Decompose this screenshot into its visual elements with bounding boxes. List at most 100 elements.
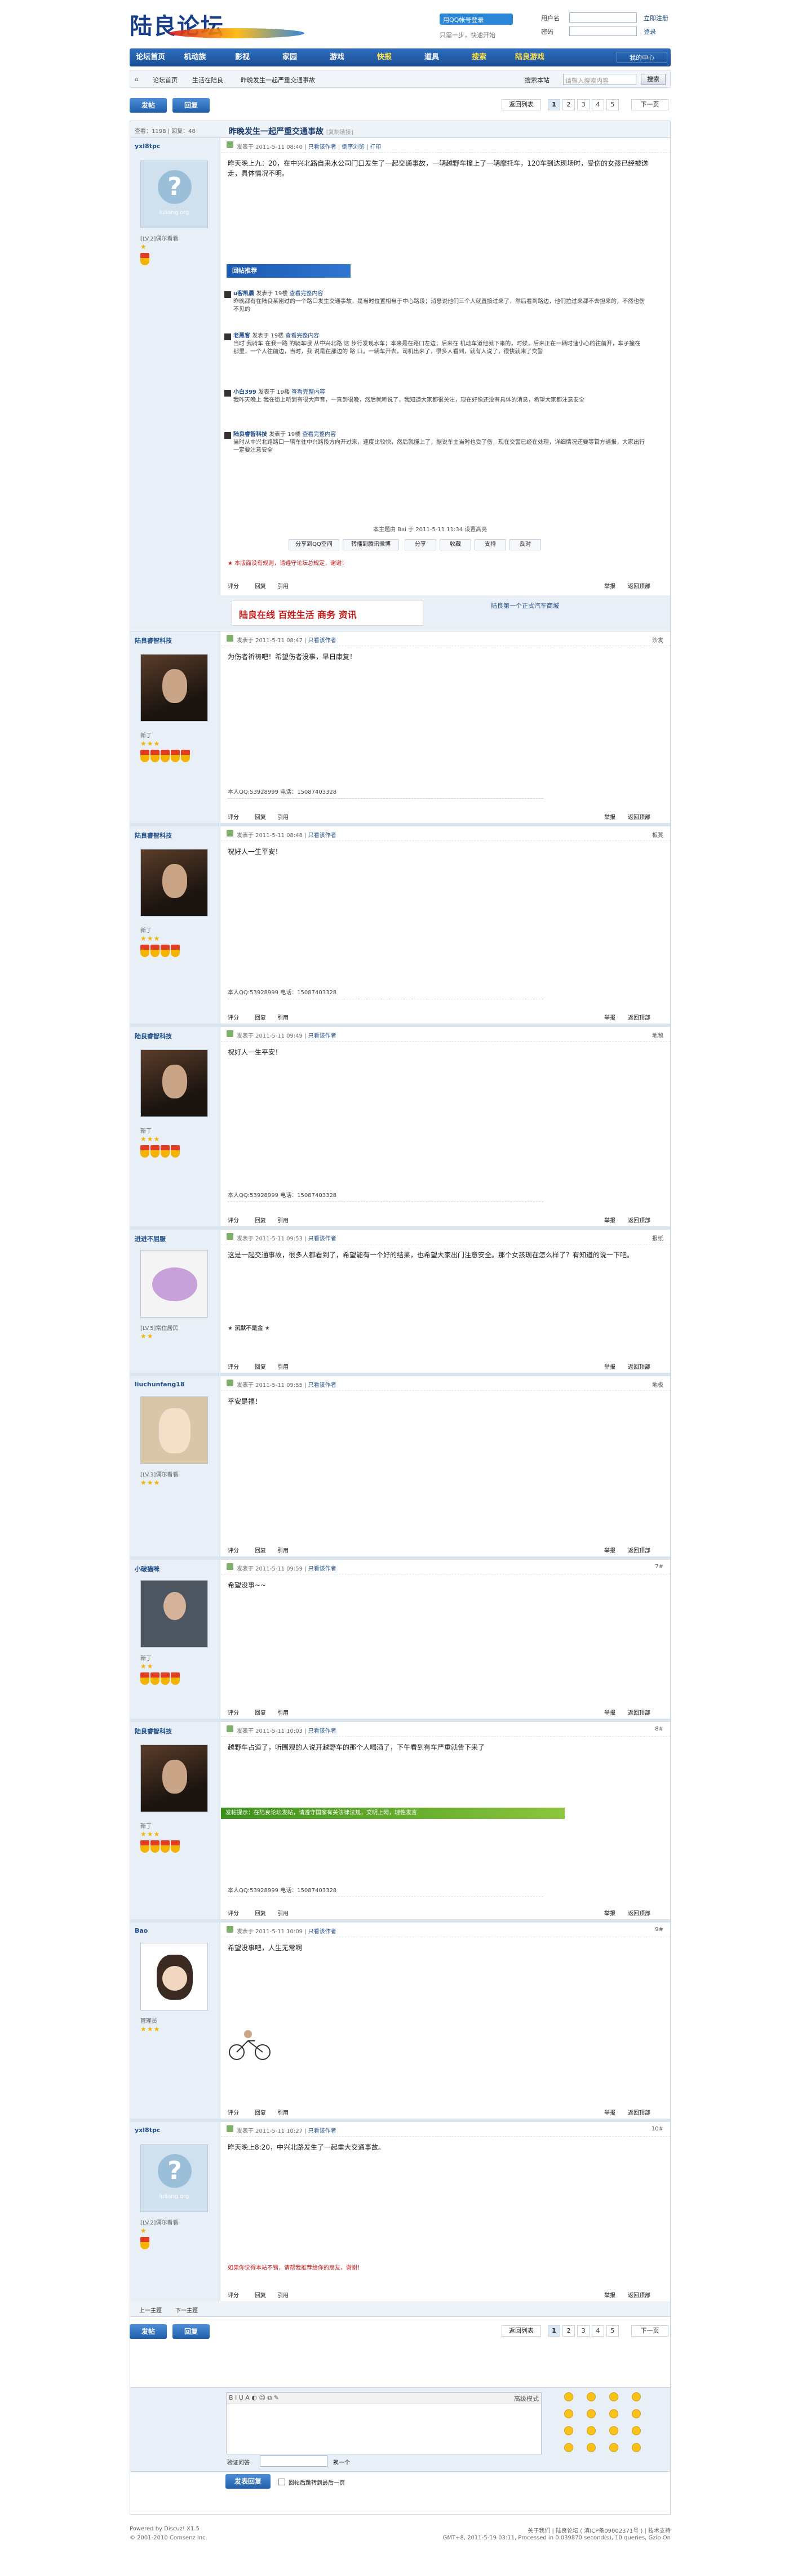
only-author-link[interactable]: 只看该作者	[308, 1382, 336, 1389]
report-link[interactable]: 举报	[604, 1546, 615, 1554]
back-to-top-link[interactable]: 返回顶部	[628, 812, 650, 821]
quote-link[interactable]: 引用	[277, 1216, 289, 1224]
breadcrumb-item[interactable]: 生活在陆良	[192, 75, 223, 84]
share-qzone-button[interactable]: 分享到QQ空间	[289, 539, 339, 550]
avatar[interactable]	[140, 1580, 208, 1648]
smiley-icon[interactable]	[632, 2443, 641, 2452]
breadcrumb-item[interactable]: 论坛首页	[153, 75, 178, 84]
comment-more-link[interactable]: 查看完整内容	[291, 389, 325, 395]
page-link[interactable]: 3	[577, 2325, 590, 2337]
report-link[interactable]: 举报	[604, 2108, 615, 2116]
page-link[interactable]: 5	[606, 2325, 619, 2337]
comment-author[interactable]: 老黑客	[233, 333, 250, 339]
avatar[interactable]	[140, 1250, 208, 1318]
nav-item-lx-games[interactable]: 陆良游戏	[503, 48, 557, 66]
avatar[interactable]	[140, 1745, 208, 1812]
smiley-icon[interactable]	[632, 2426, 641, 2435]
back-to-top-link[interactable]: 返回顶部	[628, 2290, 650, 2299]
comment-more-link[interactable]: 查看完整内容	[302, 431, 336, 438]
support-button[interactable]: 支持	[475, 539, 506, 550]
favorite-button[interactable]: 收藏	[440, 539, 471, 550]
search-input[interactable]: 请输入搜索内容	[563, 74, 636, 85]
share-weibo-button[interactable]: 转播到腾讯微博	[343, 539, 399, 550]
back-to-top-link[interactable]: 返回顶部	[628, 2108, 650, 2116]
rate-link[interactable]: 评分	[228, 1546, 239, 1554]
quote-link[interactable]: 引用	[277, 1546, 289, 1554]
quote-link[interactable]: 引用	[277, 1908, 289, 1917]
copy-link[interactable]: [复制链接]	[326, 130, 353, 136]
nav-item-home-garden[interactable]: 家园	[266, 48, 313, 66]
comment-more-link[interactable]: 查看完整内容	[285, 333, 319, 339]
rate-link[interactable]: 评分	[228, 1013, 239, 1021]
ad-right[interactable]: 陆良第一个正式汽车商城	[491, 601, 604, 610]
only-author-link[interactable]: 只看该作者	[308, 144, 336, 150]
nav-item-news[interactable]: 快报	[361, 48, 408, 66]
only-author-link[interactable]: 只看该作者	[308, 2128, 336, 2134]
only-author-link[interactable]: 只看该作者	[308, 1566, 336, 1572]
comment-author[interactable]: 陆良睿智科技	[233, 431, 267, 438]
rate-link[interactable]: 评分	[228, 2108, 239, 2116]
avatar[interactable]	[140, 654, 208, 722]
reply-button[interactable]: 回复	[172, 2324, 210, 2339]
nav-item-games[interactable]: 游戏	[313, 48, 361, 66]
home-icon[interactable]: ⌂	[135, 75, 139, 83]
nav-item-home[interactable]: 论坛首页	[130, 48, 171, 66]
avatar[interactable]	[140, 1943, 208, 2010]
report-link[interactable]: 举报	[604, 1013, 615, 1021]
avatar[interactable]	[140, 849, 208, 916]
quote-link[interactable]: 引用	[277, 581, 289, 590]
reply-link[interactable]: 回复	[255, 1546, 266, 1554]
report-link[interactable]: 举报	[604, 1216, 615, 1224]
back-to-top-link[interactable]: 返回顶部	[628, 1546, 650, 1554]
back-to-top-link[interactable]: 返回顶部	[628, 1708, 650, 1716]
site-logo[interactable]: 陆良论坛	[130, 6, 316, 41]
smiley-icon[interactable]	[587, 2409, 596, 2418]
rate-link[interactable]: 评分	[228, 812, 239, 821]
rate-link[interactable]: 评分	[228, 581, 239, 590]
avatar[interactable]: ? luliang.org	[140, 161, 208, 228]
avatar[interactable]: ? luliang.org	[140, 2145, 208, 2212]
smiley-icon[interactable]	[564, 2443, 573, 2452]
page-link[interactable]: 2	[562, 99, 575, 110]
new-post-button[interactable]: 发帖	[130, 2324, 167, 2339]
smiley-icon[interactable]	[587, 2426, 596, 2435]
jump-last-page-checkbox[interactable]	[278, 2479, 285, 2485]
author-name[interactable]: 进进不屈服	[135, 1234, 166, 1243]
only-author-link[interactable]: 只看该作者	[308, 833, 336, 839]
comment-more-link[interactable]: 查看完整内容	[289, 291, 323, 297]
reply-link[interactable]: 回复	[255, 1013, 266, 1021]
report-link[interactable]: 举报	[604, 1708, 615, 1716]
report-link[interactable]: 举报	[604, 2290, 615, 2299]
smiley-icon[interactable]	[564, 2392, 573, 2401]
page-link[interactable]: 4	[592, 2325, 604, 2337]
reply-link[interactable]: 回复	[255, 812, 266, 821]
avatar[interactable]	[140, 1049, 208, 1117]
submit-reply-button[interactable]: 发表回复	[225, 2474, 271, 2489]
reply-link[interactable]: 回复	[255, 1362, 266, 1371]
advanced-mode-link[interactable]: 高级模式	[514, 2394, 539, 2403]
report-link[interactable]: 举报	[604, 812, 615, 821]
author-name[interactable]: liuchunfang18	[135, 1381, 185, 1388]
reply-link[interactable]: 回复	[255, 1708, 266, 1716]
only-author-link[interactable]: 只看该作者	[308, 638, 336, 644]
nav-item-movies[interactable]: 影视	[219, 48, 266, 66]
back-to-top-link[interactable]: 返回顶部	[628, 1013, 650, 1021]
reply-textarea[interactable]	[227, 2404, 541, 2454]
smiley-icon[interactable]	[587, 2392, 596, 2401]
author-name[interactable]: 小破猫咪	[135, 1564, 159, 1573]
page-link[interactable]: 4	[592, 99, 604, 110]
password-input[interactable]	[569, 26, 637, 36]
author-name[interactable]: 陆良睿智科技	[135, 636, 172, 645]
smiley-icon[interactable]	[564, 2409, 573, 2418]
prev-thread-link[interactable]: 上一主题	[139, 2306, 162, 2314]
rate-link[interactable]: 评分	[228, 1708, 239, 1716]
ad-left[interactable]: 陆良在线 百姓生活 商务 资讯	[232, 600, 423, 626]
comment-author[interactable]: u客凯晨	[233, 291, 254, 297]
rate-link[interactable]: 评分	[228, 2290, 239, 2299]
nav-item-vehicle[interactable]: 机动族	[171, 48, 219, 66]
my-center-button[interactable]: 我的中心	[617, 52, 667, 63]
page-link[interactable]: 1	[548, 2325, 560, 2337]
oppose-button[interactable]: 反对	[509, 539, 541, 550]
author-name[interactable]: 陆良睿智科技	[135, 1031, 172, 1040]
smiley-icon[interactable]	[609, 2392, 618, 2401]
